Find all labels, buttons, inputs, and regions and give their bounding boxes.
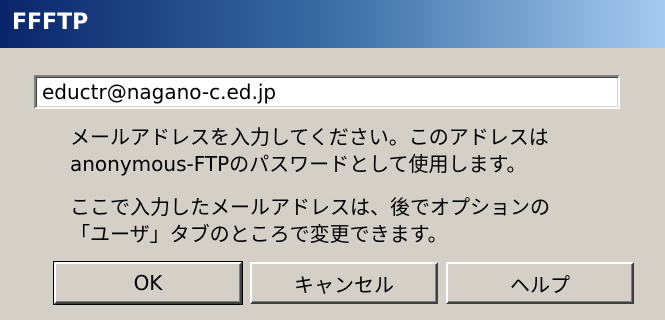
email-input[interactable] — [34, 75, 620, 109]
note-line-1: ここで入力したメールアドレスは、後でオプションの — [70, 195, 550, 219]
title-bar[interactable]: FFFTP — [0, 0, 665, 48]
ok-button[interactable]: OK — [53, 261, 243, 305]
instruction-line-2: anonymous-FTPのパスワードとして使用します。 — [70, 152, 527, 176]
window-title: FFFTP — [12, 10, 89, 35]
cancel-button[interactable]: キャンセル — [250, 262, 438, 304]
instruction-text: メールアドレスを入力してください。このアドレスは anonymous-FTPのパ… — [70, 124, 549, 178]
note-line-2: 「ユーザ」タブのところで変更できます。 — [70, 222, 448, 246]
instruction-line-1: メールアドレスを入力してください。このアドレスは — [70, 125, 549, 149]
dialog-window: FFFTP メールアドレスを入力してください。このアドレスは anonymous… — [0, 0, 665, 320]
help-button[interactable]: ヘルプ — [446, 262, 634, 304]
note-text: ここで入力したメールアドレスは、後でオプションの 「ユーザ」タブのところで変更で… — [70, 194, 550, 248]
